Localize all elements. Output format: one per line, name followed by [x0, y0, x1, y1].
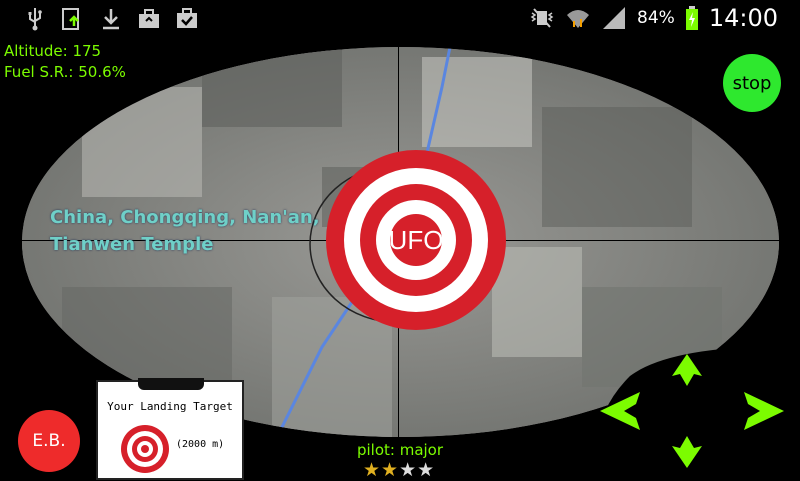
star-filled-icon: ★	[363, 459, 381, 481]
location-line-2: Tianwen Temple	[50, 234, 214, 255]
landing-target-title: Your Landing Target	[107, 400, 233, 413]
clipboard-check-icon	[177, 8, 197, 28]
clipboard-clip	[138, 378, 204, 390]
pilot-rank: pilot: major	[356, 441, 444, 459]
usb-icon	[28, 8, 42, 31]
vibrate-icon	[530, 8, 554, 28]
location-label: China, Chongqing, Nan'an, Tianwen Temple	[50, 204, 350, 258]
briefcase-icon	[139, 9, 159, 28]
landing-target-distance: (2000 m)	[176, 439, 225, 450]
battery-charging-icon	[685, 6, 698, 30]
emergency-brake-button[interactable]: E.B.	[18, 410, 80, 472]
fuel-readout: Fuel S.R.: 50.6%	[4, 63, 126, 81]
wifi-icon	[567, 10, 590, 28]
status-bar: 84% 14:00	[0, 0, 800, 38]
download-icon	[103, 9, 119, 30]
signal-icon	[603, 7, 626, 29]
altitude-readout: Altitude: 175	[4, 42, 102, 60]
star-empty-icon: ★	[417, 459, 435, 481]
target-icon	[121, 425, 169, 473]
star-empty-icon: ★	[399, 459, 417, 481]
upload-icon	[62, 8, 79, 30]
battery-percent: 84%	[637, 8, 675, 28]
landing-target-card[interactable]: Your Landing Target (2000 m)	[96, 378, 244, 480]
location-line-1: China, Chongqing, Nan'an,	[50, 207, 320, 228]
stop-button[interactable]: stop	[723, 54, 781, 112]
direction-pad	[598, 346, 790, 476]
pilot-rating: ★ ★ ★ ★	[363, 461, 434, 480]
star-filled-icon: ★	[381, 459, 399, 481]
ufo-label: UFO	[389, 225, 444, 255]
clock: 14:00	[708, 4, 778, 32]
